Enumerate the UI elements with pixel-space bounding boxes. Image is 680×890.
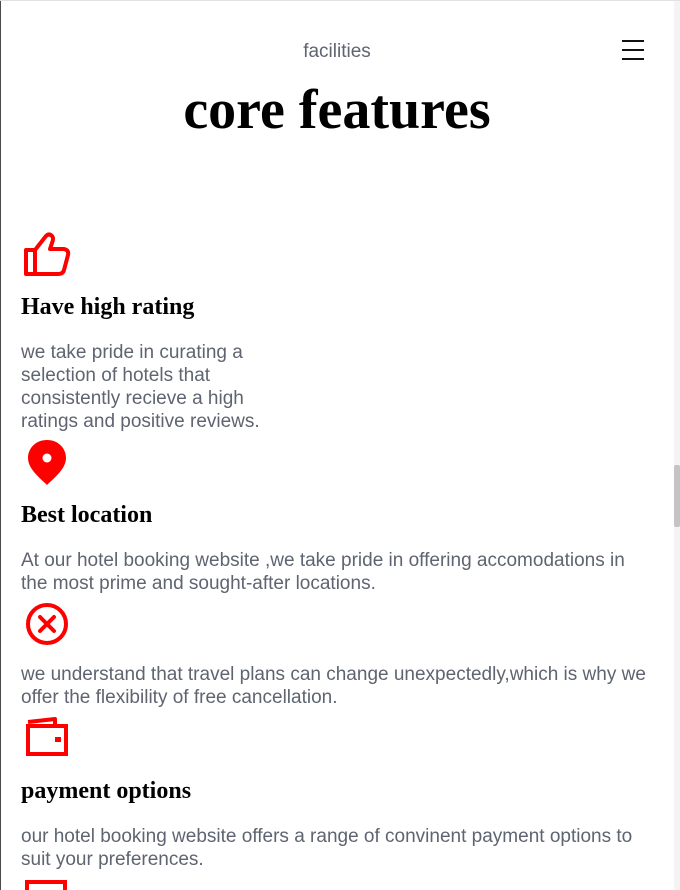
feature-heading: Have high rating bbox=[21, 294, 195, 320]
scrollbar-track[interactable] bbox=[674, 1, 680, 890]
feature-description: our hotel booking website offers a range… bbox=[21, 826, 633, 870]
feature-description: At our hotel booking website ,we take pr… bbox=[21, 550, 625, 594]
page: facilities core features Have high ratin… bbox=[0, 0, 680, 890]
feature-heading: payment options bbox=[21, 778, 192, 804]
wallet-icon bbox=[25, 717, 69, 762]
feature-description: we understand that travel plans can chan… bbox=[21, 664, 646, 708]
feature-heading: Best location bbox=[21, 502, 153, 528]
feature-description: we take pride in curating a selection of… bbox=[21, 342, 260, 432]
section-eyebrow: facilities bbox=[303, 41, 371, 62]
location-pin-icon bbox=[27, 438, 67, 491]
cancel-circle-icon bbox=[25, 602, 69, 651]
thumbs-up-icon bbox=[22, 231, 72, 282]
page-title: core features bbox=[183, 79, 491, 141]
scrollbar-thumb[interactable] bbox=[674, 465, 680, 527]
next-feature-icon bbox=[25, 879, 69, 890]
